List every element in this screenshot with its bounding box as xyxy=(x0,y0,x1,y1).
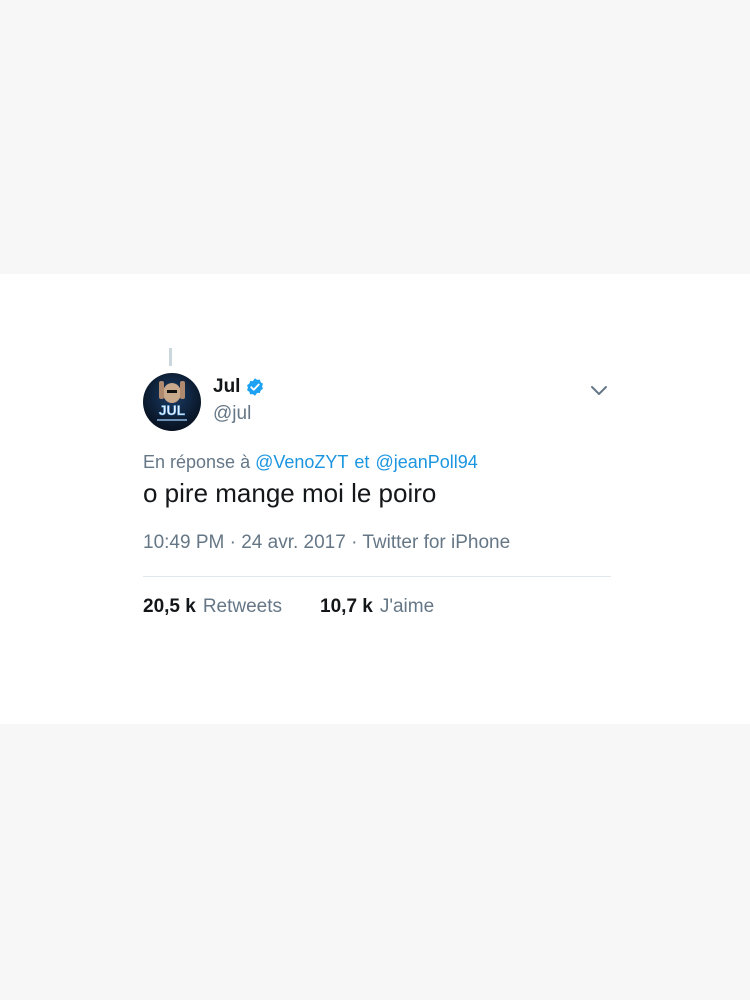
avatar-logo-text: JUL xyxy=(159,402,186,418)
likes-label: J'aime xyxy=(379,596,435,617)
author-name-row: Jul xyxy=(213,376,265,398)
tweet-card: JUL Jul @jul En réponse à @VenoZYT et @jea… xyxy=(0,274,750,724)
mention-link-venozyt[interactable]: @VenoZYT xyxy=(255,452,348,472)
tweet-timestamp-source[interactable]: 10:49 PM · 24 avr. 2017 · Twitter for iP… xyxy=(143,532,510,554)
retweets-count: 20,5 k xyxy=(143,596,196,617)
avatar-image: JUL xyxy=(157,381,187,421)
reply-context: En réponse à @VenoZYT et @jeanPoll94 xyxy=(143,452,478,473)
retweets-stat[interactable]: 20,5 k Retweets xyxy=(143,596,282,618)
avatar-caption-line xyxy=(157,419,187,421)
thread-connector-line xyxy=(169,348,172,366)
tweet-text: o pire mange moi le poiro xyxy=(143,478,437,508)
mention-link-jeanpoll94[interactable]: @jeanPoll94 xyxy=(375,452,477,472)
divider xyxy=(143,576,611,577)
avatar-hand-right xyxy=(180,381,185,399)
chevron-down-icon[interactable] xyxy=(588,379,610,401)
likes-stat[interactable]: 10,7 k J'aime xyxy=(320,596,434,618)
tweet-stats: 20,5 k Retweets 10,7 k J'aime xyxy=(143,596,472,618)
avatar-glasses xyxy=(167,390,177,393)
author-handle[interactable]: @jul xyxy=(213,403,251,425)
author-display-name[interactable]: Jul xyxy=(213,376,240,398)
reply-conjunction: et xyxy=(354,452,370,472)
verified-badge-icon xyxy=(245,377,265,397)
page-background: JUL Jul @jul En réponse à @VenoZYT et @jea… xyxy=(0,0,750,1000)
retweets-label: Retweets xyxy=(202,596,283,617)
reply-prefix: En réponse à xyxy=(143,452,251,472)
avatar-hand-left xyxy=(159,381,164,399)
likes-count: 10,7 k xyxy=(320,596,373,617)
avatar[interactable]: JUL xyxy=(143,373,201,431)
